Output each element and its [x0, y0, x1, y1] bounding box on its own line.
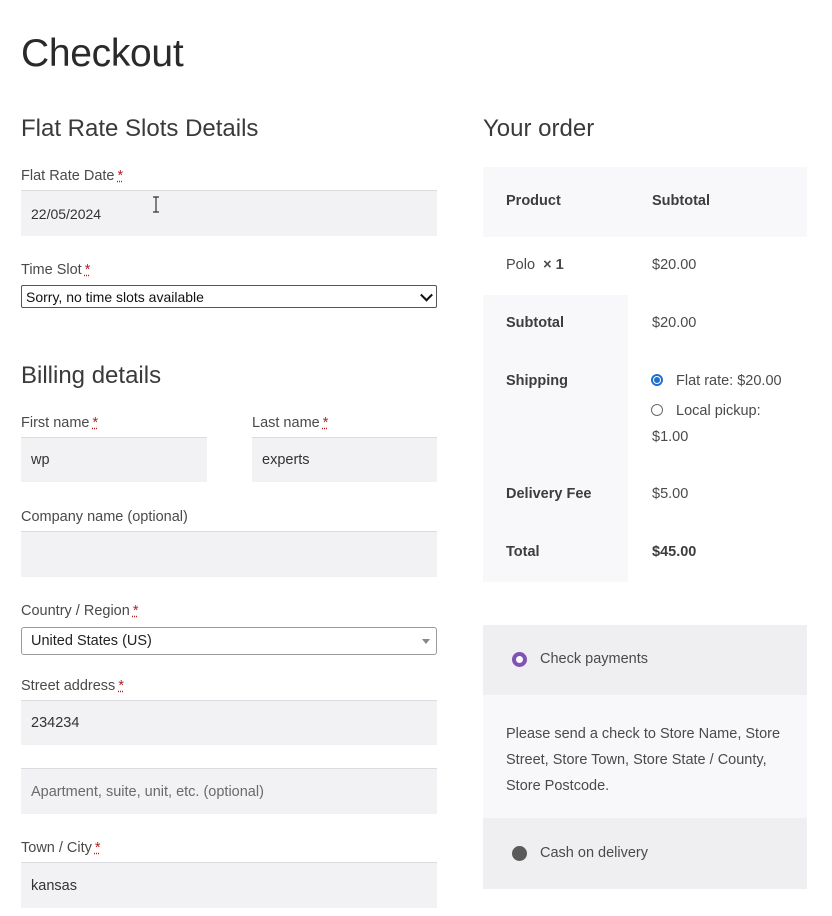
payment-radio-check[interactable] [512, 652, 527, 667]
country-label: Country / Region * [21, 603, 139, 619]
billing-heading: Billing details [21, 362, 162, 389]
date-input[interactable]: 22/05/2024 [21, 190, 437, 236]
time-slot-select[interactable]: Sorry, no time slots available [21, 285, 437, 308]
country-select[interactable]: United States (US) [21, 627, 437, 655]
shipping-option-local-pickup-price: $1.00 [652, 429, 689, 445]
total-value: $45.00 [652, 544, 697, 560]
shipping-label: Shipping [506, 373, 569, 389]
payment-radio-cod[interactable] [512, 846, 527, 861]
required-mark: * [84, 262, 91, 278]
col-subtotal: Subtotal [652, 193, 710, 209]
page-title: Checkout [21, 32, 184, 75]
first-name-field[interactable]: wp [21, 437, 207, 482]
subtotal-value: $20.00 [652, 315, 697, 331]
fee-label: Delivery Fee [506, 486, 592, 502]
payment-check-description: Please send a check to Store Name, Store… [483, 695, 807, 818]
total-label: Total [506, 544, 540, 560]
text-cursor-icon [153, 196, 159, 213]
shipping-radio-local-pickup[interactable] [651, 404, 663, 416]
company-field[interactable] [21, 531, 437, 577]
payment-check-text: Please send a check to Store Name, Store… [506, 726, 781, 794]
payment-cod-option[interactable]: Cash on delivery [483, 818, 807, 889]
slots-heading: Flat Rate Slots Details [21, 115, 259, 142]
subtotal-label: Subtotal [506, 315, 564, 331]
last-name-label: Last name * [252, 415, 329, 431]
item-qty: × 1 [543, 257, 564, 273]
required-mark: * [92, 415, 99, 431]
last-name-field[interactable]: experts [252, 437, 437, 482]
required-mark: * [322, 415, 329, 431]
order-table-footer-bg [483, 295, 628, 582]
col-product: Product [506, 193, 561, 209]
city-label: Town / City * [21, 840, 101, 856]
required-mark: * [117, 168, 124, 184]
fee-value: $5.00 [652, 486, 689, 502]
first-name-label: First name * [21, 415, 99, 431]
item-name: Polo × 1 [506, 257, 564, 273]
dropdown-arrow-icon [422, 639, 430, 644]
payment-check-label[interactable]: Check payments [540, 651, 648, 667]
payment-check-option[interactable]: Check payments [483, 625, 807, 695]
street-field[interactable]: 234234 [21, 700, 437, 745]
shipping-radio-flat-rate[interactable] [651, 374, 663, 386]
item-price: $20.00 [652, 257, 697, 273]
street-label: Street address * [21, 678, 124, 694]
shipping-option-local-pickup[interactable]: Local pickup: [676, 403, 761, 419]
required-mark: * [118, 678, 124, 694]
payment-cod-label[interactable]: Cash on delivery [540, 845, 648, 861]
apartment-field[interactable]: Apartment, suite, unit, etc. (optional) [21, 768, 437, 814]
order-heading: Your order [483, 115, 595, 142]
chevron-down-icon [420, 288, 433, 302]
date-label: Flat Rate Date * [21, 168, 124, 184]
city-field[interactable]: kansas [21, 862, 437, 908]
shipping-option-flat-rate[interactable]: Flat rate: $20.00 [676, 373, 782, 389]
required-mark: * [94, 840, 101, 856]
required-mark: * [132, 603, 139, 619]
company-label: Company name (optional) [21, 509, 188, 525]
time-slot-label: Time Slot * [21, 262, 91, 278]
